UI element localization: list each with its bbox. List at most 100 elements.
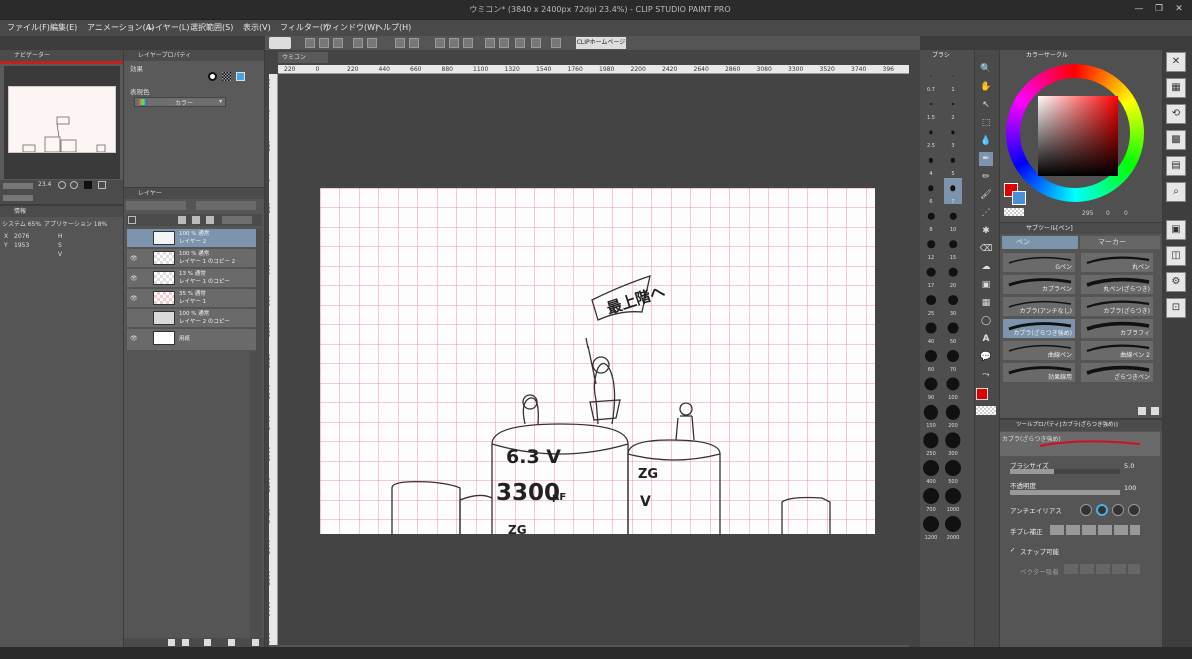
subtool-item[interactable]: 曲線ペン 2 [1080, 340, 1154, 361]
subtool-item[interactable]: 丸ペン [1080, 252, 1154, 273]
dock-camera-icon[interactable]: ⊡ [1166, 298, 1186, 318]
close-button[interactable]: ✕ [1172, 3, 1186, 16]
new-layer-icon[interactable] [168, 639, 175, 646]
transparent-swatch[interactable] [976, 406, 996, 415]
operation-tool-icon[interactable]: ↖ [979, 98, 993, 112]
brush-size-option[interactable]: 300 [944, 430, 962, 457]
subtool-delete-icon[interactable] [1151, 407, 1159, 415]
color-v-value[interactable]: 0 [1124, 210, 1128, 217]
brush-tool-icon[interactable]: 🖌 [979, 188, 993, 202]
blend-tool-icon[interactable]: ☁ [979, 260, 993, 274]
layer-row[interactable]: 👁 100 % 通常 レイヤー 1 のコピー 2 [127, 249, 256, 268]
subtool-item[interactable]: Gペン [1002, 252, 1076, 273]
settings-icon[interactable] [551, 38, 561, 48]
brush-size-option[interactable]: 1000 [944, 486, 962, 513]
layer-row[interactable]: 100 % 通常 レイヤー 2 [127, 229, 256, 248]
tool-property-tab[interactable]: ツールプロパティ[カブラ(ざらつき強め)] [1000, 420, 1162, 431]
hue-ring[interactable] [1006, 64, 1144, 202]
zoom-slider[interactable] [3, 183, 33, 189]
brush-size-option[interactable]: 7 [944, 178, 962, 205]
brush-size-option[interactable]: 40 [922, 318, 940, 345]
navigator-tab[interactable]: ナビゲーター [0, 50, 123, 61]
subtool-item[interactable]: カブラ(ざらつき) [1080, 296, 1154, 317]
trash-icon[interactable] [252, 639, 259, 646]
layer-row[interactable]: 👁 用紙 [127, 329, 256, 351]
menu-view[interactable]: 表示(V) [243, 22, 271, 33]
effect-border-icon[interactable] [208, 72, 217, 81]
brush-size-option[interactable]: 1 [944, 66, 962, 93]
brush-size-option[interactable]: 6 [922, 178, 940, 205]
eye-icon[interactable]: 👁 [130, 275, 138, 282]
brush-size-option[interactable]: 250 [922, 430, 940, 457]
brush-size-option[interactable]: 1.5 [922, 94, 940, 121]
eyedropper-tool-icon[interactable]: 💧 [979, 134, 993, 148]
maximize-button[interactable]: ❐ [1152, 3, 1166, 16]
menu-filter[interactable]: フィルター(I) [280, 22, 328, 33]
effect-color-icon[interactable] [236, 72, 245, 81]
blend-mode-select[interactable] [126, 201, 186, 210]
brush-size-option[interactable]: 20 [944, 262, 962, 289]
brush-size-option[interactable]: 400 [922, 458, 940, 485]
clear-icon[interactable] [395, 38, 405, 48]
new-icon[interactable] [305, 38, 315, 48]
subtool-item[interactable]: カブラペン [1002, 274, 1076, 295]
snap-checkbox-icon[interactable]: ✓ [1010, 546, 1015, 554]
opacity-slider[interactable] [196, 201, 256, 210]
subtool-item[interactable]: 効果線用 [1002, 362, 1076, 383]
transparent-color-swatch[interactable] [1004, 208, 1024, 216]
dock-clip-icon[interactable]: ⚙ [1166, 272, 1186, 292]
dock-material-icon[interactable]: ▩ [1166, 130, 1186, 150]
reference-icon[interactable] [499, 38, 509, 48]
brush-size-option[interactable]: 10 [944, 206, 962, 233]
saturation-value-square[interactable] [1038, 96, 1118, 176]
subtool-group-marker[interactable]: マーカー [1080, 236, 1160, 249]
new-folder-icon[interactable] [204, 639, 211, 646]
transform-icon[interactable] [409, 38, 419, 48]
dock-color-icon[interactable]: ▦ [1166, 78, 1186, 98]
brush-size-option[interactable]: 200 [944, 402, 962, 429]
fill-tool-icon[interactable]: ▣ [979, 278, 993, 292]
subtool-item[interactable]: カブラ(アンチなし) [1002, 296, 1076, 317]
zoom-in-icon[interactable] [70, 181, 78, 189]
redo-icon[interactable] [367, 38, 377, 48]
zoom-tool-icon[interactable]: 🔍 [979, 62, 993, 76]
decoration-tool-icon[interactable]: ✱ [979, 224, 993, 238]
layer-property-tab[interactable]: レイヤープロパティ [124, 50, 264, 61]
lock-icon[interactable] [178, 216, 186, 224]
airbrush-tool-icon[interactable]: ⋰ [979, 206, 993, 220]
brush-size-option[interactable]: 100 [944, 374, 962, 401]
eye-icon[interactable]: 👁 [130, 335, 138, 342]
opacity-value[interactable]: 100 [1124, 484, 1136, 492]
alpha-lock-icon[interactable] [192, 216, 200, 224]
opacity-slider[interactable] [1010, 490, 1120, 495]
brush-size-option[interactable]: 2 [944, 94, 962, 121]
brush-size-option[interactable]: 3 [944, 122, 962, 149]
brush-size-option[interactable]: 2000 [944, 514, 962, 541]
dock-item-icon[interactable]: ▣ [1166, 220, 1186, 240]
menu-layer[interactable]: レイヤー(L) [147, 22, 189, 33]
subtool-item[interactable]: 丸ペン(ざらつき) [1080, 274, 1154, 295]
menu-help[interactable]: ヘルプ(H) [375, 22, 411, 33]
fill-icon[interactable] [485, 38, 495, 48]
save-icon[interactable] [333, 38, 343, 48]
brush-size-option[interactable]: 15 [944, 234, 962, 261]
menu-selection[interactable]: 選択範囲(S) [190, 22, 233, 33]
clip-icon[interactable] [128, 216, 136, 224]
pen-tool-icon[interactable]: ✒ [979, 152, 993, 166]
pencil-tool-icon[interactable]: ✏ [979, 170, 993, 184]
actual-size-icon[interactable] [98, 181, 106, 189]
brush-size-option[interactable]: 17 [922, 262, 940, 289]
vector-snap-options[interactable] [1064, 564, 1140, 574]
subtool-item[interactable]: 曲線ペン [1002, 340, 1076, 361]
paper-canvas[interactable]: 最上階へ 6.3 V 3300 μF ZG V ZG [320, 188, 875, 534]
canvas-tab[interactable]: ウミコン [278, 52, 328, 63]
antialias-weak-option[interactable] [1096, 504, 1108, 516]
brush-size-value[interactable]: 5.0 [1124, 462, 1134, 470]
zoom-value[interactable]: 23.4 [38, 181, 51, 188]
brush-size-option[interactable]: 4 [922, 150, 940, 177]
layer-row[interactable]: 👁 13 % 通常 レイヤー 1 のコピー [127, 269, 256, 288]
subtool-item[interactable]: ざらつきペン [1080, 362, 1154, 383]
clip-home-button[interactable]: CLIPホームページ [576, 37, 626, 49]
brush-size-tab[interactable]: ブラシ [920, 50, 974, 61]
brush-size-option[interactable]: 12 [922, 234, 940, 261]
